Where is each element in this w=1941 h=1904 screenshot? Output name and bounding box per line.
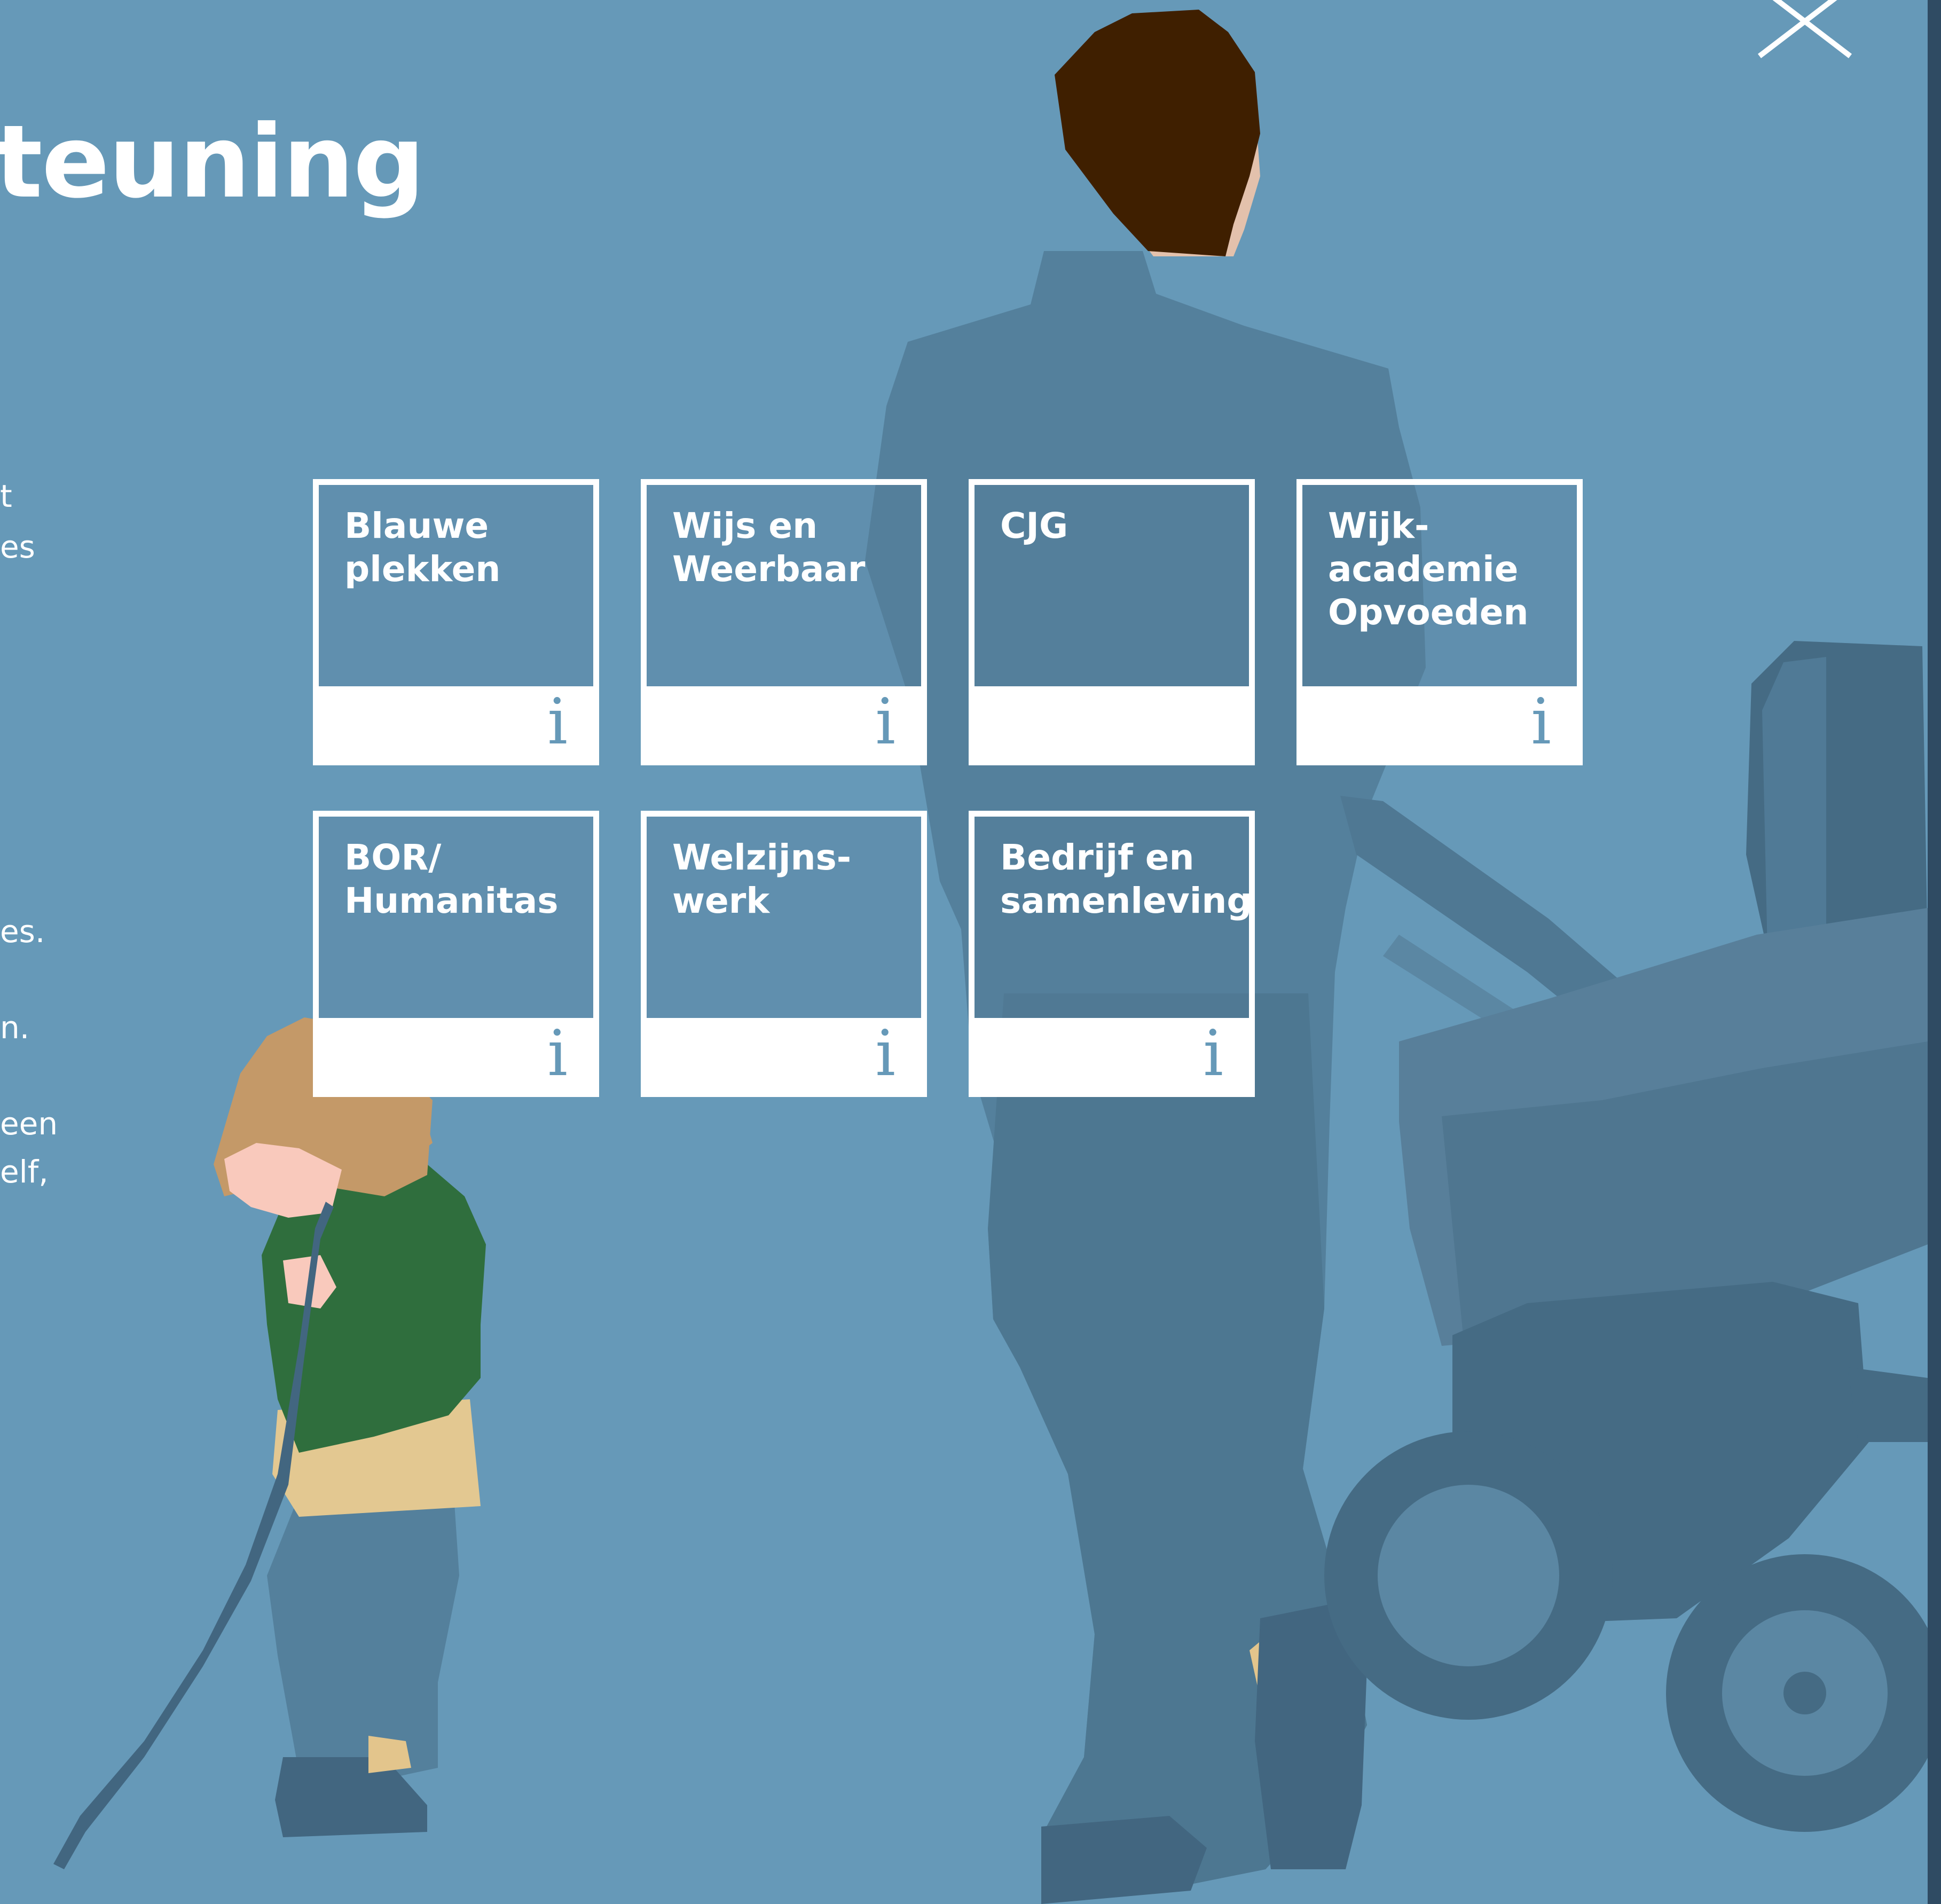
tile-footer: i bbox=[647, 686, 921, 759]
close-icon bbox=[1757, 0, 1852, 58]
tile-label: Bedrijf en samenleving bbox=[1000, 837, 1252, 921]
tile-blauwe-plekken[interactable]: Blauwe plekken i bbox=[313, 479, 599, 765]
tile-wijkacademie-opvoeden[interactable]: Wijk- academie Opvoeden i bbox=[1296, 479, 1583, 765]
tile-label: CJG bbox=[1000, 505, 1068, 546]
intro-text-fragment: es. bbox=[0, 913, 45, 950]
tile-welzijnswerk[interactable]: Welzijns- werk i bbox=[641, 811, 927, 1097]
intro-text-fragment: elf, bbox=[0, 1154, 49, 1190]
tile-wijs-en-weerbaar[interactable]: Wijs en Weerbaar i bbox=[641, 479, 927, 765]
intro-text-fragment: n. bbox=[0, 1009, 30, 1046]
intro-text-fragment: es bbox=[0, 529, 35, 565]
modal-overlay: teuning t es es. n. een elf, Blauwe plek… bbox=[0, 0, 1941, 1904]
page-title: teuning bbox=[0, 104, 425, 221]
tile-label: Wijs en Weerbaar bbox=[672, 505, 866, 590]
close-button[interactable] bbox=[1746, 0, 1864, 64]
info-icon[interactable]: i bbox=[875, 1022, 895, 1085]
tile-footer: i bbox=[975, 1018, 1249, 1091]
right-scroll-edge bbox=[1928, 0, 1941, 1904]
tile-cjg[interactable]: CJG bbox=[969, 479, 1255, 765]
intro-text-fragment: t bbox=[0, 478, 12, 514]
child-figure bbox=[53, 1017, 486, 1869]
info-icon[interactable]: i bbox=[547, 690, 568, 753]
stroller bbox=[1324, 641, 1941, 1832]
info-icon[interactable]: i bbox=[547, 1022, 568, 1085]
tile-label: Wijk- academie Opvoeden bbox=[1328, 505, 1529, 633]
intro-text-fragment: een bbox=[0, 1106, 58, 1142]
info-icon[interactable]: i bbox=[1531, 690, 1551, 753]
tile-footer: i bbox=[319, 1018, 593, 1091]
info-icon[interactable]: i bbox=[875, 690, 895, 753]
tile-footer: i bbox=[647, 1018, 921, 1091]
tile-footer: i bbox=[1302, 686, 1577, 759]
tile-footer bbox=[975, 686, 1249, 759]
tile-label: BOR/ Humanitas bbox=[344, 837, 559, 921]
tile-label: Blauwe plekken bbox=[344, 505, 501, 590]
tile-label: Welzijns- werk bbox=[672, 837, 852, 921]
tile-footer: i bbox=[319, 686, 593, 759]
tile-bor-humanitas[interactable]: BOR/ Humanitas i bbox=[313, 811, 599, 1097]
tile-bedrijf-en-samenleving[interactable]: Bedrijf en samenleving i bbox=[969, 811, 1255, 1097]
info-icon[interactable]: i bbox=[1203, 1022, 1223, 1085]
